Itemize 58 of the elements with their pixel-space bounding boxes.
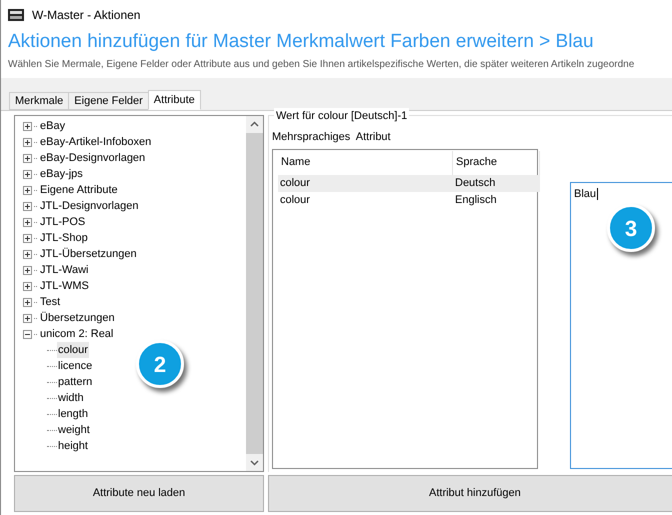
tree-item[interactable]: eBay-Designvorlagen [39,150,146,166]
table-cell-text: colour [279,176,311,191]
tree-item[interactable]: pattern [57,374,94,390]
tree-item[interactable]: width [57,390,85,406]
text-value: Blau [574,188,598,200]
reload-attributes-button[interactable]: Attribute neu laden [14,475,264,512]
groupbox-title: Wert für colour [Deutsch]-1 [274,108,410,124]
tree-item[interactable]: height [57,438,89,454]
tree-item[interactable]: colour [57,342,89,358]
callout-badge: 2 [136,340,184,388]
expand-icon[interactable] [23,234,32,242]
expand-icon[interactable] [23,250,32,258]
expand-icon[interactable] [23,170,32,178]
tree-item[interactable]: weight [57,422,91,438]
expand-icon[interactable] [23,202,32,210]
tree-item[interactable]: JTL-WMS [39,278,90,294]
tree-item[interactable]: JTL-POS [39,214,86,230]
tree-item[interactable]: eBay [39,118,66,134]
expand-icon[interactable] [23,122,32,130]
groupbox-subtitle: Mehrsprachiges Attribut [272,130,392,145]
table-cell-text: Englisch [454,192,498,208]
expand-icon[interactable] [23,138,32,146]
tree-item[interactable]: Eigene Attribute [39,182,119,198]
page-heading: Aktionen hinzufügen für Master Merkmalwert Farben erweitern > Blau [7,30,595,54]
tree-item[interactable]: unicom 2: Real [39,326,114,342]
expand-icon[interactable] [23,282,32,290]
expand-icon[interactable] [23,218,32,226]
collapse-icon[interactable] [23,330,32,338]
table-cell-text: Deutsch [454,176,496,191]
table-row[interactable]: colour Deutsch [278,174,540,192]
tree-item[interactable]: length [57,406,89,422]
tree-item[interactable]: JTL-Shop [39,230,89,246]
tree-item[interactable]: Test [39,294,62,310]
tree-item[interactable]: eBay-jps [39,166,84,182]
expand-icon[interactable] [23,314,32,322]
tab[interactable]: Attribute [148,90,201,110]
expand-icon[interactable] [23,154,32,162]
tree-item[interactable]: Übersetzungen [39,310,116,326]
tree-item[interactable]: eBay-Artikel-Infoboxen [39,134,152,150]
callout-badge: 3 [607,204,655,252]
page-description: Wählen Sie Mermale, Eigene Felder oder Attribute aus und geben Sie Ihnen artikelspezifische Werten, die später weiteren Artikeln zugeordne [7,58,636,72]
table-cell-text: colour [279,192,311,208]
expand-icon[interactable] [23,298,32,306]
add-attribute-button[interactable]: Attribut hinzufügen [268,475,672,512]
scrollbar[interactable] [246,116,263,471]
tree-item[interactable]: JTL-Wawi [39,262,90,278]
window-title: W-Master - Aktionen [32,7,140,24]
tab[interactable]: Merkmale [9,92,68,110]
scroll-down-icon[interactable] [246,454,263,471]
tree-item[interactable]: licence [57,358,94,374]
tab[interactable]: Eigene Felder [68,92,148,110]
expand-icon[interactable] [23,186,32,194]
tree-item[interactable]: JTL-Designvorlagen [39,198,140,214]
tree-item[interactable]: JTL-Übersetzungen [39,246,138,262]
app-icon [8,9,24,21]
scroll-up-icon[interactable] [246,116,263,133]
table-row[interactable]: colour Englisch [278,192,540,208]
expand-icon[interactable] [23,266,32,274]
